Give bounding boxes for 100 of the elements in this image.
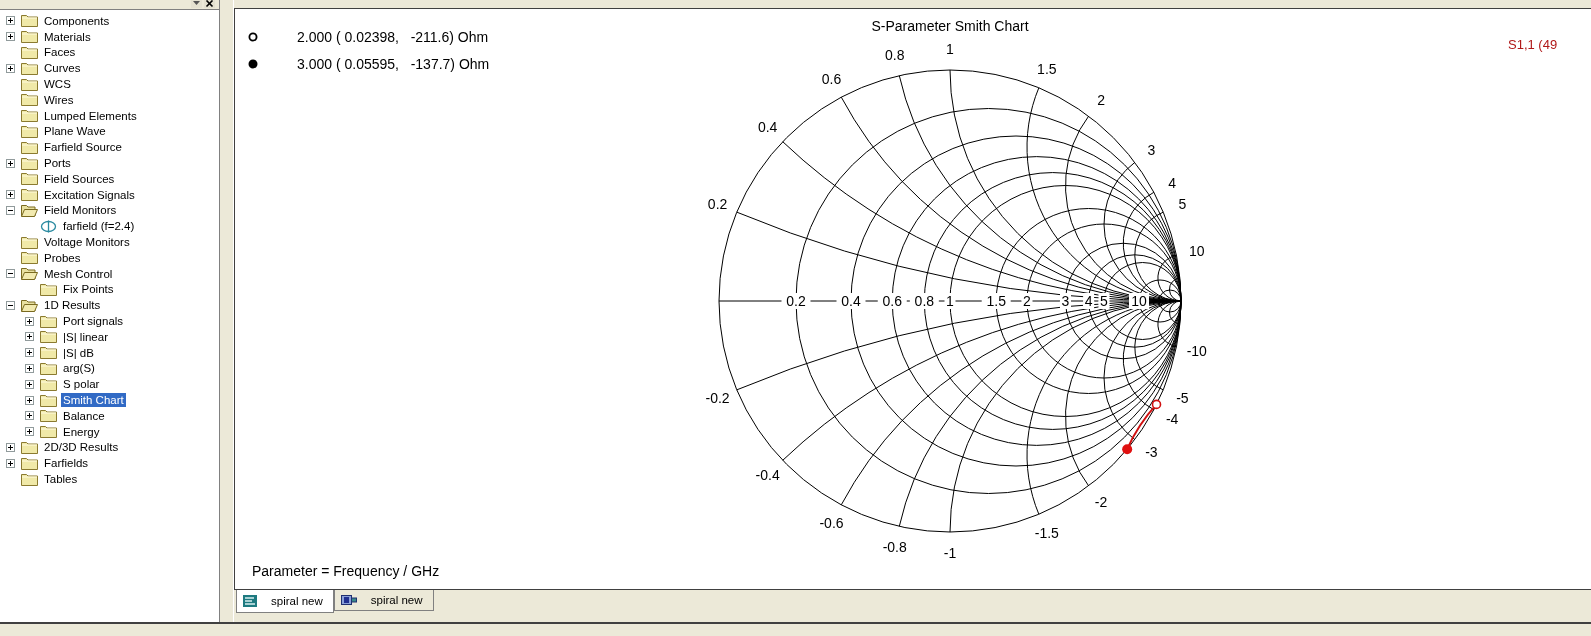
- tree-item[interactable]: Farfield Source: [42, 140, 124, 155]
- folder-icon: [21, 472, 38, 486]
- tree-item[interactable]: Field Monitors: [42, 203, 119, 218]
- expand-toggle[interactable]: [25, 332, 34, 342]
- expand-toggle[interactable]: [6, 190, 15, 200]
- folder-icon: [40, 346, 57, 360]
- axis-label: 2: [1023, 293, 1031, 309]
- folder-icon: [21, 124, 38, 138]
- tree-item[interactable]: Materials: [42, 29, 93, 44]
- tree-item[interactable]: Components: [42, 13, 112, 28]
- axis-label: 4: [1084, 293, 1093, 309]
- tree-item[interactable]: Voltage Monitors: [42, 235, 132, 250]
- chart-icon: [243, 595, 257, 607]
- folder-icon: [21, 172, 38, 186]
- tree-item[interactable]: Probes: [42, 250, 83, 265]
- expand-toggle[interactable]: [25, 411, 34, 421]
- axis-label: 0.6: [882, 293, 902, 309]
- filled-circle-icon: [248, 59, 258, 69]
- expand-toggle[interactable]: [6, 458, 15, 468]
- expand-toggle[interactable]: [25, 427, 34, 437]
- tree-item[interactable]: farfield (f=2.4): [61, 219, 137, 234]
- expand-toggle[interactable]: [6, 442, 15, 452]
- tree-item[interactable]: |S| dB: [61, 345, 96, 360]
- folder-icon: [21, 188, 38, 202]
- tree-item[interactable]: WCS: [42, 77, 73, 92]
- trace-label: S1,1 (49: [1508, 37, 1558, 52]
- expand-toggle[interactable]: [6, 158, 15, 168]
- axis-label: 3: [1061, 293, 1070, 309]
- expand-toggle[interactable]: [25, 379, 34, 389]
- expand-toggle[interactable]: [6, 269, 15, 279]
- tree-item[interactable]: Field Sources: [42, 171, 117, 186]
- tree-item[interactable]: Curves: [42, 61, 83, 76]
- model-icon: [340, 594, 357, 606]
- tree-item[interactable]: |S| linear: [61, 329, 110, 344]
- expand-toggle[interactable]: [6, 300, 15, 310]
- tree-item[interactable]: Farfields: [42, 456, 91, 471]
- tree-item[interactable]: 1D Results: [42, 298, 103, 313]
- axis-label: -1: [943, 544, 957, 561]
- close-icon[interactable]: [204, 0, 215, 8]
- axis-label: -1.5: [1034, 525, 1059, 542]
- folder-icon: [21, 456, 38, 470]
- folder-icon: [21, 251, 38, 265]
- folder-icon: [21, 235, 38, 249]
- marker-icon: [1151, 399, 1162, 410]
- axis-label: 0.4: [841, 293, 861, 309]
- expand-toggle[interactable]: [25, 348, 34, 358]
- tree-item[interactable]: Lumped Elements: [42, 108, 139, 123]
- tree-item[interactable]: Fix Points: [61, 282, 116, 297]
- tree-item[interactable]: Energy: [61, 424, 102, 439]
- axis-label: 1: [946, 293, 954, 309]
- tree-item[interactable]: Smith Chart: [61, 393, 126, 407]
- folder-icon: [21, 46, 38, 59]
- expand-toggle[interactable]: [6, 16, 15, 26]
- open-circle-icon: [248, 32, 258, 42]
- tree-item[interactable]: Ports: [42, 156, 73, 171]
- expand-toggle[interactable]: [25, 395, 34, 405]
- parameter-label: Parameter = Frequency / GHz: [252, 563, 440, 579]
- folder-icon: [40, 282, 57, 296]
- open-folder-icon: [21, 203, 38, 217]
- expand-toggle[interactable]: [6, 63, 15, 73]
- open-folder-icon: [21, 298, 38, 312]
- folder-icon: [40, 409, 57, 423]
- legend-entry: 2.000 ( 0.02398, -211.6) Ohm: [297, 29, 489, 45]
- folder-icon: [21, 14, 38, 28]
- axis-label: 0.6: [821, 70, 842, 87]
- tree-item[interactable]: Balance: [61, 408, 107, 423]
- expand-toggle[interactable]: [25, 363, 34, 373]
- tree-item[interactable]: Excitation Signals: [42, 187, 137, 202]
- axis-label: -0.2: [705, 389, 730, 406]
- tree-item[interactable]: 2D/3D Results: [42, 440, 121, 455]
- legend-entry: 3.000 ( 0.05595, -137.7) Ohm: [297, 56, 490, 72]
- axis-label: 10: [1189, 243, 1205, 260]
- tree-item[interactable]: Mesh Control: [42, 266, 115, 281]
- tree-item[interactable]: arg(S): [61, 361, 97, 376]
- expand-toggle[interactable]: [6, 32, 15, 42]
- axis-label: 4: [1168, 174, 1177, 191]
- axis-label: -0.8: [882, 538, 907, 555]
- folder-icon: [40, 330, 57, 344]
- tree-item[interactable]: Plane Wave: [42, 124, 108, 139]
- expand-toggle[interactable]: [25, 316, 34, 326]
- caret-icon[interactable]: [191, 0, 202, 8]
- axis-label: 1.5: [986, 293, 1006, 309]
- axis-label: 10: [1131, 293, 1147, 309]
- tree-item[interactable]: Port signals: [61, 314, 126, 329]
- axis-label: 0.2: [786, 293, 806, 309]
- marker-icon: [1122, 444, 1133, 455]
- tree-item[interactable]: Wires: [42, 92, 76, 107]
- tree-item[interactable]: Tables: [42, 472, 80, 486]
- axis-label: -0.6: [819, 515, 844, 532]
- tree-item[interactable]: Faces: [42, 45, 78, 60]
- folder-icon: [40, 314, 57, 328]
- folder-icon: [21, 77, 38, 91]
- tree-item[interactable]: S polar: [61, 377, 102, 392]
- axis-label: 2: [1097, 91, 1105, 108]
- document-tab[interactable]: spiral new: [333, 590, 434, 611]
- axis-label: -5: [1176, 389, 1189, 406]
- expand-toggle[interactable]: [6, 205, 15, 215]
- chart-title: S-Parameter Smith Chart: [871, 18, 1029, 34]
- document-tab[interactable]: spiral new: [236, 590, 334, 613]
- folder-icon: [40, 361, 57, 375]
